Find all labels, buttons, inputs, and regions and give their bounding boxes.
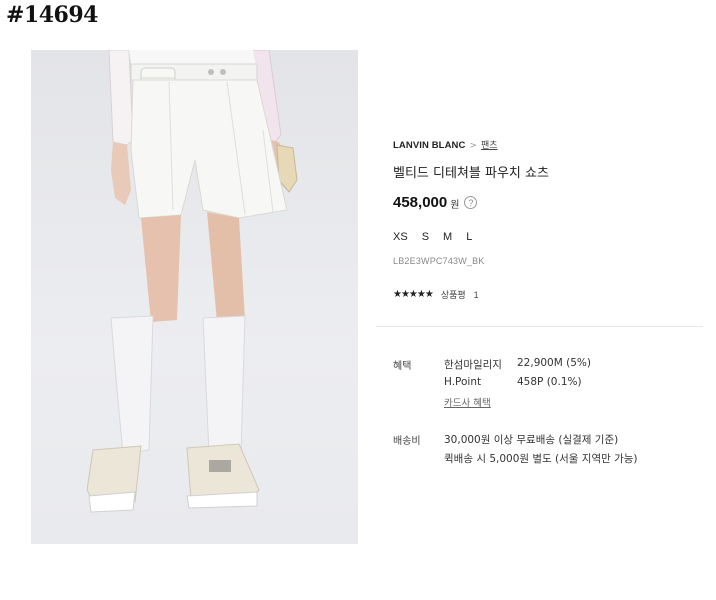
- product-price: 458,000: [393, 194, 448, 211]
- size-option[interactable]: L: [466, 231, 472, 243]
- product-sku: LB2E3WPC743W_BK: [393, 256, 485, 266]
- mileage-value: 22,900M (5%): [517, 357, 591, 369]
- breadcrumb: LANVIN BLANC > 팬츠: [393, 138, 498, 151]
- review-count: 1: [473, 289, 479, 300]
- shipping-quick-delivery: 퀵배송 시 5,000원 별도 (서울 지역만 가능): [444, 453, 638, 465]
- question-circle-icon[interactable]: ?: [464, 196, 478, 209]
- chevron-right-icon: >: [469, 141, 477, 151]
- size-option[interactable]: M: [443, 231, 452, 243]
- size-option[interactable]: XS: [393, 231, 408, 243]
- card-benefits-link[interactable]: 카드사 혜택: [444, 395, 491, 409]
- category-link[interactable]: 팬츠: [481, 141, 498, 151]
- mileage-label: 한섬마일리지: [444, 359, 502, 371]
- post-number-tag: #14694: [6, 2, 98, 28]
- size-options: XS S M L: [393, 231, 472, 243]
- currency-unit: 원: [450, 200, 460, 211]
- benefits-label: 혜택: [393, 361, 412, 372]
- shipping-label: 배송비: [393, 436, 421, 447]
- size-option[interactable]: S: [422, 231, 429, 243]
- section-divider: [376, 326, 703, 327]
- product-image[interactable]: [31, 50, 358, 544]
- product-title: 벨티드 디테쳐블 파우치 쇼츠: [393, 166, 549, 181]
- review-label: 상품평: [440, 291, 466, 301]
- shipping-free-threshold: 30,000원 이상 무료배송 (실결제 기준): [444, 434, 619, 446]
- price-row: 458,000 원 ?: [393, 194, 478, 211]
- hpoint-value: 458P (0.1%): [517, 376, 582, 388]
- product-photo-illustration: [86, 50, 298, 513]
- star-rating-icon: ★★★★★: [393, 289, 434, 300]
- hpoint-label: H.Point: [444, 376, 482, 388]
- brand-link[interactable]: LANVIN BLANC: [393, 140, 465, 151]
- rating-row[interactable]: ★★★★★ 상품평 1: [393, 288, 479, 301]
